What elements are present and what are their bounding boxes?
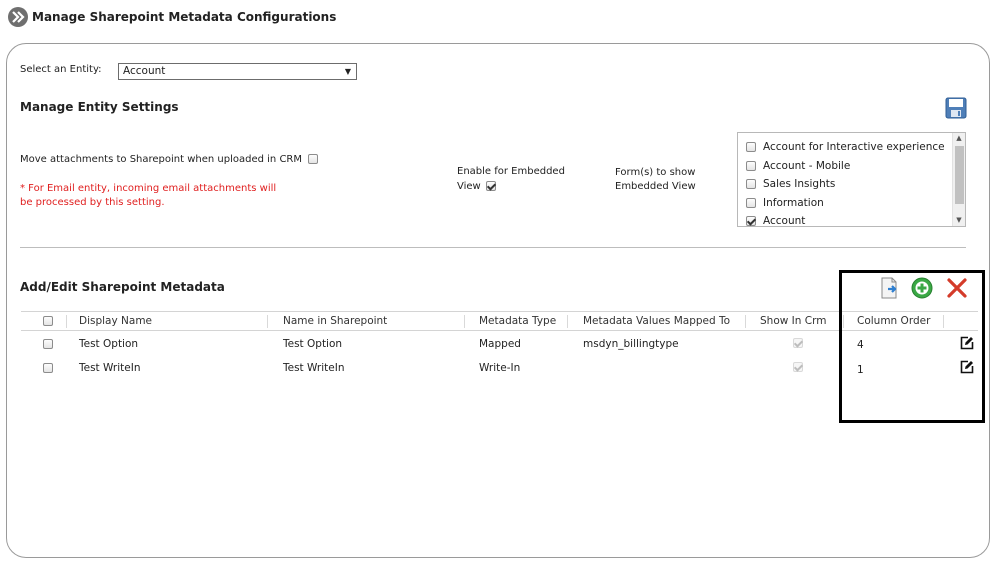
section-divider: [20, 247, 966, 248]
col-show-in-crm[interactable]: Show In Crm: [760, 315, 826, 327]
table-row[interactable]: Test Option Test Option Mapped msdyn_bil…: [21, 333, 978, 357]
form-option-label: Account for Interactive experience: [763, 141, 945, 153]
entity-select[interactable]: Account ▼: [118, 63, 357, 80]
column-separator: [745, 315, 746, 328]
cell-sharepoint-name: Test WriteIn: [283, 362, 345, 374]
show-in-crm-checkbox: [793, 338, 803, 348]
listbox-scrollbar[interactable]: ▲ ▼: [952, 133, 965, 226]
cell-display-name: Test WriteIn: [79, 362, 141, 374]
cell-mapped-to: msdyn_billingtype: [583, 338, 679, 350]
metadata-heading: Add/Edit Sharepoint Metadata: [20, 280, 225, 294]
col-metadata-type[interactable]: Metadata Type: [479, 315, 556, 327]
col-mapped-to[interactable]: Metadata Values Mapped To: [583, 315, 730, 327]
cell-display-name: Test Option: [79, 338, 139, 350]
table-row[interactable]: Test WriteIn Test WriteIn Write-In 1: [21, 357, 978, 381]
form-option-label: Sales Insights: [763, 178, 836, 190]
form-option-checkbox[interactable]: [746, 142, 756, 152]
move-attachments-label: Move attachments to Sharepoint when uplo…: [20, 154, 319, 165]
col-name-in-sharepoint[interactable]: Name in Sharepoint: [283, 315, 387, 327]
entity-settings-heading: Manage Entity Settings: [20, 100, 179, 114]
form-option-checkbox[interactable]: [746, 198, 756, 208]
row-checkbox[interactable]: [43, 363, 53, 373]
embedded-view-checkbox[interactable]: [485, 181, 496, 191]
form-option-checkbox[interactable]: [746, 161, 756, 171]
embedded-label-line2-group: View: [457, 181, 496, 192]
double-chevron-icon: [8, 7, 28, 27]
form-option-checkbox[interactable]: [746, 179, 756, 189]
forms-label-line1: Form(s) to show: [615, 167, 696, 178]
chevron-down-icon: ▼: [344, 67, 351, 76]
form-option[interactable]: Sales Insights: [746, 178, 835, 190]
cell-sharepoint-name: Test Option: [283, 338, 343, 350]
form-option[interactable]: Account - Mobile: [746, 160, 850, 172]
form-option-label: Account - Mobile: [763, 160, 851, 172]
form-option-label: Account: [763, 215, 806, 227]
cell-metadata-type: Write-In: [479, 362, 521, 374]
floppy-disk-icon[interactable]: [945, 97, 967, 119]
column-separator: [66, 315, 67, 328]
scroll-up-icon[interactable]: ▲: [953, 133, 965, 144]
form-option[interactable]: Account: [746, 215, 806, 227]
cell-metadata-type: Mapped: [479, 338, 521, 350]
grid-header: Display Name Name in Sharepoint Metadata…: [21, 311, 978, 331]
form-option[interactable]: Account for Interactive experience: [746, 141, 945, 153]
show-in-crm-checkbox: [793, 362, 803, 372]
scroll-thumb[interactable]: [955, 146, 964, 204]
column-separator: [464, 315, 465, 328]
entity-selected-value: Account: [123, 65, 166, 77]
row-checkbox[interactable]: [43, 339, 53, 349]
form-option-label: Information: [763, 197, 824, 209]
title-bar: Manage Sharepoint Metadata Configuration…: [8, 4, 336, 30]
email-note-line1: * For Email entity, incoming email attac…: [20, 183, 277, 194]
scroll-down-icon[interactable]: ▼: [953, 215, 965, 226]
column-separator: [267, 315, 268, 328]
col-display-name[interactable]: Display Name: [79, 315, 152, 327]
forms-listbox[interactable]: Account for Interactive experience Accou…: [737, 132, 966, 227]
annotation-highlight-box: [839, 270, 985, 423]
move-attachments-checkbox[interactable]: [308, 154, 319, 164]
column-separator: [567, 315, 568, 328]
email-note-line2: be processed by this setting.: [20, 197, 165, 208]
form-option[interactable]: Information: [746, 197, 824, 209]
select-all-checkbox[interactable]: [43, 316, 53, 326]
page-title: Manage Sharepoint Metadata Configuration…: [32, 10, 337, 24]
form-option-checkbox[interactable]: [746, 216, 756, 226]
forms-label-line2: Embedded View: [615, 181, 696, 192]
embedded-label-line2: View: [457, 181, 481, 192]
entity-label: Select an Entity:: [20, 64, 102, 75]
embedded-label-line1: Enable for Embedded: [457, 166, 565, 177]
